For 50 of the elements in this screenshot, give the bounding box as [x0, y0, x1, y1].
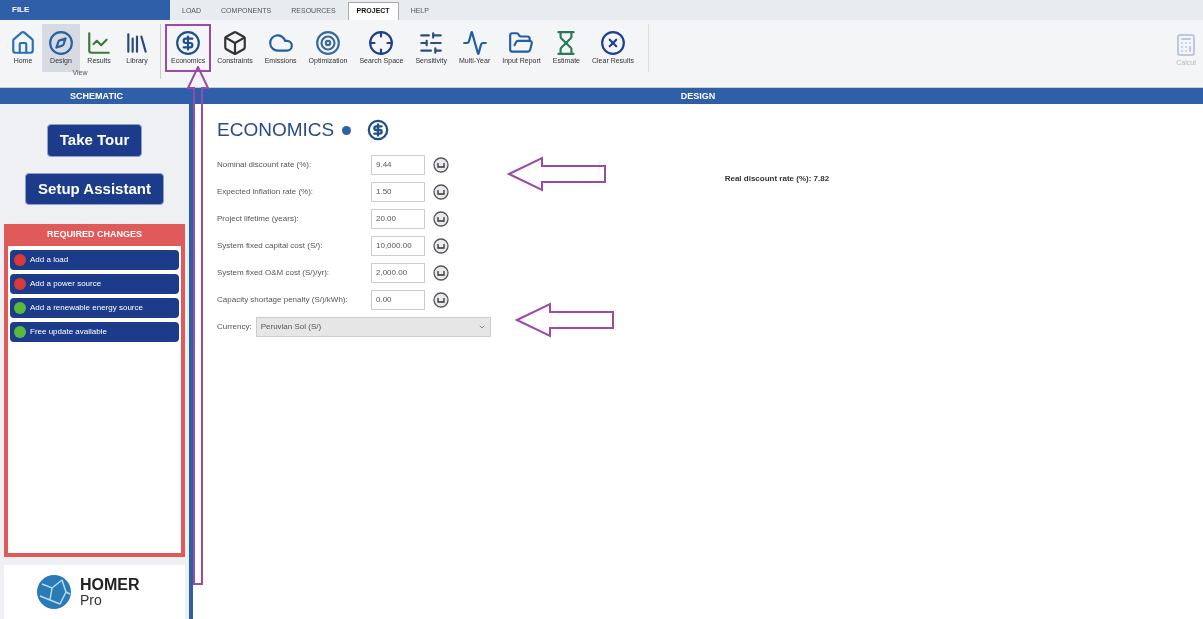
sensitivity-icon[interactable] — [433, 156, 449, 173]
field-label: System fixed O&M cost (S/)/yr): — [217, 266, 330, 279]
required-change-item[interactable]: Add a load — [10, 249, 179, 270]
dollar-icon — [367, 119, 390, 142]
sidebar-button[interactable]: Setup Assistant — [25, 172, 164, 205]
field-label: Currency: — [217, 320, 252, 333]
sensitivity-icon[interactable] — [433, 210, 449, 227]
field-label: Capacity shortage penalty (S/)/kWh): — [217, 293, 349, 306]
field-label: Project lifetime (years): — [217, 212, 300, 225]
sliders-icon — [418, 30, 445, 56]
required-change-item[interactable]: Free update available — [10, 321, 179, 342]
input-field[interactable]: 1.50 — [371, 181, 425, 202]
input-field[interactable]: 20.00 — [371, 208, 425, 229]
section-header: DESIGN — [679, 90, 717, 103]
books-icon — [124, 30, 150, 56]
field-label: System fixed capital cost (S/): — [217, 239, 324, 252]
input-field[interactable]: 2,000.00 — [371, 262, 425, 283]
sensitivity-icon[interactable] — [433, 291, 449, 308]
field-label: Nominal discount rate (%): — [217, 158, 313, 171]
logo-subtitle: Pro — [80, 593, 103, 607]
input-field[interactable]: 9.44 — [371, 154, 425, 175]
sensitivity-icon[interactable] — [433, 183, 449, 200]
info-icon[interactable] — [342, 125, 352, 135]
target-icon — [315, 30, 341, 56]
compass-icon — [48, 30, 74, 56]
sidebar-button[interactable]: Take Tour — [46, 124, 143, 157]
globe-logo-icon — [36, 574, 72, 610]
home-icon — [10, 30, 36, 56]
calculator-icon — [1174, 32, 1198, 58]
crosshair-icon — [368, 30, 395, 56]
folder-icon — [508, 30, 535, 56]
section-title: ECONOMICS — [217, 118, 335, 142]
required-change-item[interactable]: Add a renewable energy source — [10, 297, 179, 318]
input-field[interactable]: 10,000.00 — [371, 235, 425, 256]
file-menu[interactable]: FILE — [0, 0, 170, 20]
field-label: Expected inflation rate (%): — [217, 185, 315, 198]
clear-icon — [600, 30, 626, 56]
dollar-icon — [175, 30, 202, 56]
sensitivity-icon[interactable] — [433, 264, 449, 281]
logo-title: HOMER — [80, 577, 140, 593]
cube-icon — [221, 30, 248, 56]
required-changes-panel: REQUIRED CHANGES Add a load Add a power source Add a renewable energy source Free update available — [4, 224, 185, 557]
required-change-item[interactable]: Add a power source — [10, 273, 179, 294]
currency-dropdown[interactable]: Peruvian Sol (S/) — [255, 316, 491, 337]
wave-icon — [461, 30, 488, 56]
chart-icon — [86, 30, 112, 56]
input-field[interactable]: 0.00 — [371, 289, 425, 310]
sensitivity-icon[interactable] — [433, 237, 449, 254]
real-discount-rate: Real discount rate (%): 7.82 — [724, 174, 830, 183]
section-header: SCHEMATIC — [69, 90, 124, 103]
